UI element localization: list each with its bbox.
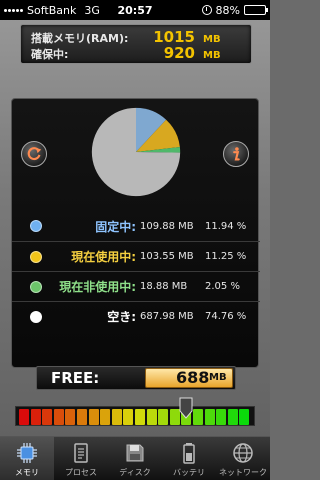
refresh-icon xyxy=(27,147,42,161)
legend-row-free: 空き: 687.98 MB 74.76 % xyxy=(12,301,260,331)
info-icon xyxy=(233,147,240,161)
alarm-clock-icon xyxy=(201,5,212,15)
signal-strength-icon xyxy=(4,8,23,12)
installed-memory-label: 搭載メモリ(RAM): xyxy=(31,32,129,45)
inactive-mb: 18.88 MB xyxy=(140,281,188,292)
tab-memory-label: メモリ xyxy=(15,468,39,477)
gauge-segment xyxy=(239,409,250,425)
free-memory-value: 688 xyxy=(176,368,210,387)
reserved-memory-label: 確保中: xyxy=(31,48,69,61)
floppy-disk-icon xyxy=(126,444,144,462)
tab-process[interactable]: プロセス xyxy=(54,437,108,480)
gauge-segment xyxy=(19,409,29,425)
free-color-dot xyxy=(30,310,42,323)
free-memory-display: 688 MB xyxy=(145,368,233,388)
tab-process-label: プロセス xyxy=(65,468,97,477)
free-memory-gauge xyxy=(15,397,255,426)
free-label: 空き: xyxy=(107,310,136,324)
gauge-pointer-icon xyxy=(179,397,193,419)
legend-row-wired: 固定中: 109.88 MB 11.94 % xyxy=(12,211,260,241)
network-type: 3G xyxy=(84,3,100,17)
free-mb: 687.98 MB xyxy=(140,311,194,322)
gauge-segment xyxy=(88,409,99,425)
tab-battery-label: バッテリ xyxy=(173,468,205,477)
refresh-button[interactable] xyxy=(21,141,47,167)
tab-disk-label: ディスク xyxy=(119,468,151,477)
free-memory-unit: MB xyxy=(209,372,227,383)
tab-battery[interactable]: バッテリ xyxy=(162,437,216,480)
tab-disk[interactable]: ディスク xyxy=(108,437,162,480)
inactive-percent: 2.05 % xyxy=(205,281,240,292)
active-label: 現在使用中: xyxy=(71,250,136,264)
gauge-segment xyxy=(53,409,64,425)
gauge-segment xyxy=(111,409,122,425)
inactive-color-dot xyxy=(30,280,42,293)
memory-pie-chart xyxy=(91,107,181,197)
gauge-segment xyxy=(123,409,134,425)
chip-icon xyxy=(17,443,37,463)
gauge-segment xyxy=(158,409,169,425)
gauge-segment xyxy=(216,409,227,425)
wired-color-dot xyxy=(30,220,42,232)
installed-memory-unit: MB xyxy=(203,34,221,45)
gauge-segment xyxy=(65,409,76,425)
gauge-segment xyxy=(30,409,41,425)
free-memory-label: FREE: xyxy=(51,369,100,387)
wired-percent: 11.94 % xyxy=(205,220,247,232)
gauge-segment xyxy=(146,409,157,425)
info-button[interactable] xyxy=(223,141,249,167)
app-screen: SoftBank 3G 20:57 88% 搭載メモリ(RAM): 1015 M… xyxy=(0,0,270,480)
legend-row-inactive: 現在非使用中: 18.88 MB 2.05 % xyxy=(12,271,260,301)
gauge-segment xyxy=(193,409,203,425)
free-percent: 74.76 % xyxy=(205,311,247,322)
gauge-segment xyxy=(42,409,53,425)
legend-row-active: 現在使用中: 103.55 MB 11.25 % xyxy=(12,241,260,271)
carrier-name: SoftBank xyxy=(27,3,77,17)
ram-info-panel: 搭載メモリ(RAM): 1015 MB 確保中: 920 MB xyxy=(20,24,252,64)
wired-label: 固定中: xyxy=(95,219,136,234)
battery-status-icon xyxy=(244,5,268,15)
battery-percent: 88% xyxy=(215,3,240,17)
gauge-segment xyxy=(100,409,111,425)
status-bar: SoftBank 3G 20:57 88% xyxy=(0,0,270,20)
memory-legend: 固定中: 109.88 MB 11.94 % 現在使用中: 103.55 MB … xyxy=(12,211,260,331)
document-icon xyxy=(74,443,88,463)
globe-icon xyxy=(233,443,253,463)
tab-network-label: ネットワーク xyxy=(219,468,267,477)
battery-icon xyxy=(183,443,195,464)
memory-breakdown-panel: 固定中: 109.88 MB 11.94 % 現在使用中: 103.55 MB … xyxy=(11,98,260,368)
wired-mb: 109.88 MB xyxy=(140,220,194,232)
inactive-label: 現在非使用中: xyxy=(59,280,136,294)
active-color-dot xyxy=(30,250,42,263)
gauge-segment xyxy=(135,409,145,425)
tab-bar: メモリ プロセス ディスク バッテリ ネットワーク xyxy=(0,436,270,480)
tab-memory[interactable]: メモリ xyxy=(0,437,54,480)
reserved-memory-unit: MB xyxy=(203,50,221,61)
tab-network[interactable]: ネットワーク xyxy=(216,437,270,480)
reserved-memory-value: 920 xyxy=(163,44,195,62)
gauge-segment xyxy=(227,409,238,425)
active-mb: 103.55 MB xyxy=(140,251,194,262)
active-percent: 11.25 % xyxy=(205,251,247,262)
free-memory-bar: FREE: 688 MB xyxy=(36,366,236,390)
gauge-segment xyxy=(204,409,215,425)
gauge-segment xyxy=(77,409,87,425)
